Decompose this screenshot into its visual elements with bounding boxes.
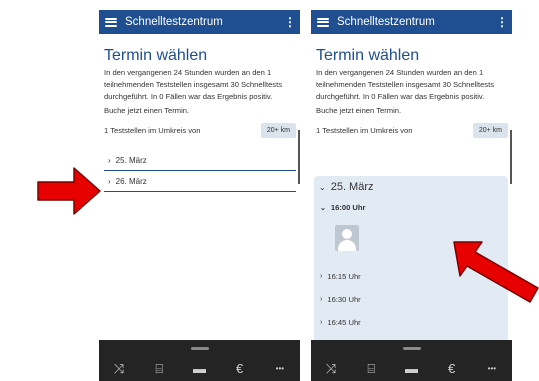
book-hint: Buche jetzt einen Termin.: [104, 106, 190, 115]
scrollbar[interactable]: [510, 130, 512, 184]
app-title: Schnelltestzentrum: [125, 16, 223, 28]
chat-icon[interactable]: ⌸: [360, 362, 382, 375]
chevron-down-icon: ⌄: [320, 204, 326, 212]
hamburger-icon[interactable]: [317, 17, 329, 27]
kebab-icon[interactable]: ⋮: [496, 15, 508, 29]
chevron-right-icon: ›: [108, 176, 111, 186]
time-slot[interactable]: › 16:45 Uhr: [320, 311, 508, 334]
time-label: 16:30 Uhr: [327, 295, 361, 304]
bottom-nav: ⤨ ⌸ ▬ € •••: [99, 340, 300, 381]
drag-handle[interactable]: [403, 347, 421, 350]
shuffle-icon[interactable]: ⤨: [320, 362, 342, 375]
radius-label: 1 Teststellen im Umkreis von: [104, 125, 201, 135]
date-label: 26. März: [115, 176, 147, 186]
page-content: Termin wählen In den vergangenen 24 Stun…: [104, 34, 296, 192]
euro-icon[interactable]: €: [441, 362, 463, 375]
page-title: Termin wählen: [316, 47, 420, 64]
radius-label: 1 Teststellen im Umkreis von: [316, 125, 413, 135]
chevron-right-icon: ›: [320, 296, 323, 303]
card-icon[interactable]: ▬: [400, 362, 422, 375]
chevron-right-icon: ›: [320, 273, 323, 280]
chevron-right-icon: ›: [108, 155, 111, 165]
more-dots-icon[interactable]: •••: [481, 362, 503, 375]
date-row-25-maerz[interactable]: › 25. März: [104, 150, 296, 171]
date-header-25-maerz[interactable]: ⌄ 25. März: [319, 181, 508, 193]
date-label: 25. März: [330, 181, 374, 193]
chevron-down-icon: ⌄: [319, 182, 326, 192]
red-arrow-right-icon: [37, 167, 101, 215]
kebab-icon[interactable]: ⋮: [284, 15, 296, 29]
hamburger-icon[interactable]: [105, 17, 117, 27]
more-dots-icon[interactable]: •••: [269, 362, 291, 375]
radius-button[interactable]: 20+ km: [260, 122, 296, 138]
red-arrow-up-left-icon: [453, 241, 539, 303]
chat-icon[interactable]: ⌸: [148, 362, 170, 375]
phone-screen-expanded: Schnelltestzentrum ⋮ Termin wählen In de…: [311, 10, 512, 381]
date-label: 25. März: [115, 155, 147, 165]
scrollbar[interactable]: [298, 130, 300, 184]
avatar-placeholder-icon: [335, 225, 359, 251]
drag-handle[interactable]: [191, 347, 209, 350]
intro-text: In den vergangenen 24 Stunden wurden an …: [104, 68, 282, 101]
radius-row: 1 Teststellen im Umkreis von 20+ km: [104, 122, 296, 138]
radius-button[interactable]: 20+ km: [472, 122, 508, 138]
app-bar: Schnelltestzentrum ⋮: [311, 10, 512, 34]
time-label: 16:15 Uhr: [327, 272, 361, 281]
time-slot-open[interactable]: ⌄ 16:00 Uhr: [320, 203, 508, 212]
card-icon[interactable]: ▬: [188, 362, 210, 375]
intro-text: In den vergangenen 24 Stunden wurden an …: [316, 68, 494, 101]
date-row-26-maerz[interactable]: › 26. März: [104, 171, 296, 192]
phone-screen-collapsed: Schnelltestzentrum ⋮ Termin wählen In de…: [99, 10, 300, 381]
app-bar: Schnelltestzentrum ⋮: [99, 10, 300, 34]
time-label: 16:00 Uhr: [330, 203, 366, 212]
page-content: Termin wählen In den vergangenen 24 Stun…: [316, 34, 508, 138]
radius-row: 1 Teststellen im Umkreis von 20+ km: [316, 122, 508, 138]
app-title: Schnelltestzentrum: [337, 16, 435, 28]
page-title: Termin wählen: [104, 47, 208, 64]
book-hint: Buche jetzt einen Termin.: [316, 106, 402, 115]
bottom-nav: ⤨ ⌸ ▬ € •••: [311, 340, 512, 381]
time-label: 16:45 Uhr: [327, 318, 361, 327]
shuffle-icon[interactable]: ⤨: [108, 362, 130, 375]
euro-icon[interactable]: €: [229, 362, 251, 375]
chevron-right-icon: ›: [320, 319, 323, 326]
